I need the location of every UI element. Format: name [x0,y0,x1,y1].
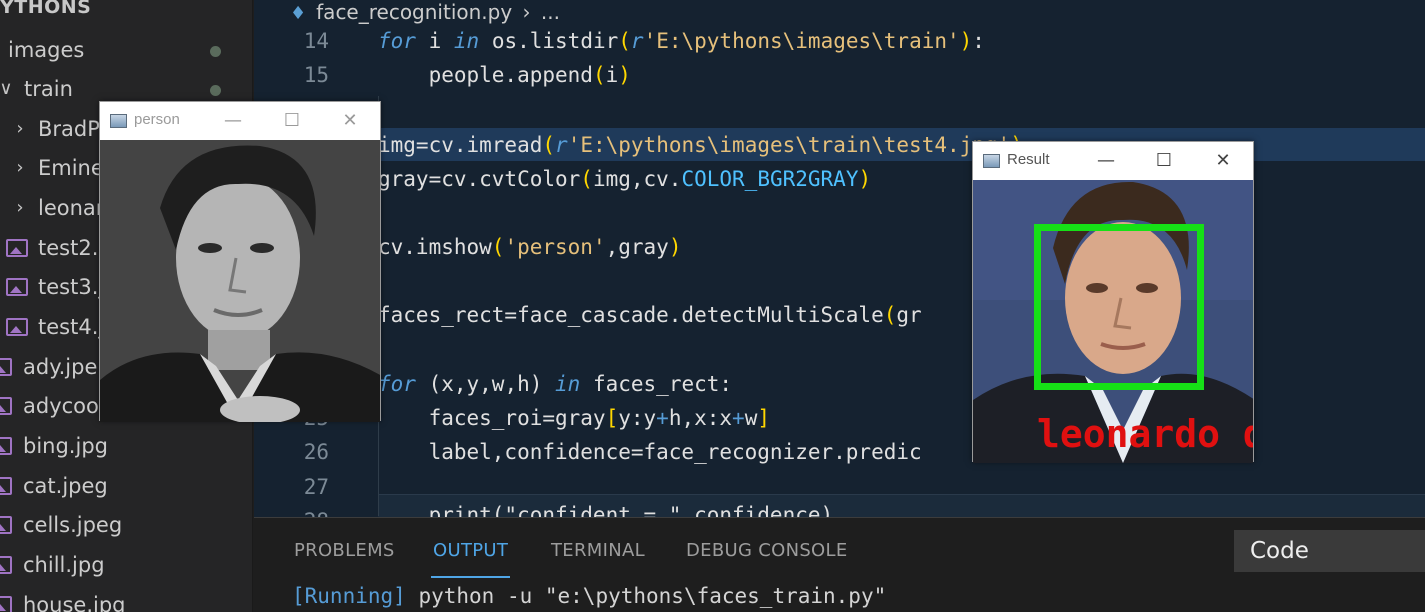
window-titlebar[interactable]: Result — ☐ ✕ [973,142,1253,180]
tab-problems[interactable]: PROBLEMS [294,540,395,561]
result-face-image: leonardo d [973,180,1253,463]
breadcrumb[interactable]: ♦ face_recognition.py › ... [290,0,560,26]
image-file-icon [0,437,12,455]
breadcrumb-separator: › [522,0,531,24]
code-line-24: for (x,y,w,h) in faces_rect: [378,372,733,396]
code-line-20: cv.imshow('person',gray) [378,235,682,259]
python-file-icon: ♦ [290,3,307,24]
image-file-icon [6,239,28,257]
explorer-root-title: YTHONS [0,0,92,18]
line-number: 28 [254,509,329,517]
close-button[interactable]: ✕ [1208,148,1238,174]
prediction-label: leonardo d [1037,412,1253,456]
file-label: ady.jpe [23,355,98,379]
file-house[interactable]: house.jpg [0,588,253,612]
chevron-right-icon: › [16,197,24,218]
folder-label: images [8,38,85,62]
result-window[interactable]: Result — ☐ ✕ leonardo d [972,141,1254,463]
window-app-icon [983,154,1000,168]
portrait-gray [100,140,380,422]
image-file-icon [0,358,12,376]
code-line-26: label,confidence=face_recognizer.predic [378,440,922,464]
person-window[interactable]: person — ☐ ✕ [99,101,381,422]
grayscale-face-image [100,140,380,422]
image-file-icon [0,596,12,612]
line-number: 26 [303,440,329,464]
minimize-button[interactable]: — [1091,148,1121,174]
file-chill[interactable]: chill.jpg [0,548,253,582]
file-label: test3.j [38,275,105,299]
file-label: cells.jpeg [23,513,123,537]
close-button[interactable]: ✕ [335,108,365,134]
window-title: Result [1007,151,1050,168]
folder-images[interactable]: images [0,33,253,67]
code-line-15: people.append(i) [378,63,631,87]
tab-debug-console[interactable]: DEBUG CONSOLE [686,540,848,561]
chevron-right-icon: › [16,157,24,178]
chevron-right-icon: › [16,118,24,139]
window-title: person [134,111,180,128]
image-file-icon [6,318,28,336]
image-file-icon [0,397,12,415]
code-line-22: faces_rect=face_cascade.detectMultiScale… [378,303,922,327]
code-line-18: gray=cv.cvtColor(img,cv.COLOR_BGR2GRAY) [378,167,872,191]
minimize-button[interactable]: — [218,108,248,134]
breadcrumb-more[interactable]: ... [541,0,560,24]
file-label: chill.jpg [23,553,105,577]
modified-dot [210,46,221,57]
file-label: house.jpg [23,593,126,612]
tab-output[interactable]: OUTPUT [433,540,508,561]
line-number: 27 [303,475,329,499]
code-line-28: print("confident = ",confidence) [378,503,834,517]
window-titlebar[interactable]: person — ☐ ✕ [100,102,380,140]
folder-label: train [24,77,73,101]
line-number: 15 [303,63,329,87]
file-label: test4.j [38,315,105,339]
file-cells[interactable]: cells.jpeg [0,508,253,542]
file-cat[interactable]: cat.jpeg [0,469,253,503]
output-channel-label[interactable]: Code [1234,530,1425,572]
face-detection-box [1034,224,1204,390]
line-number: 14 [303,29,329,53]
maximize-button[interactable]: ☐ [277,108,307,134]
tab-terminal[interactable]: TERMINAL [551,540,645,561]
file-label: adycoo [23,394,99,418]
maximize-button[interactable]: ☐ [1149,148,1179,174]
window-app-icon [110,114,127,128]
file-bing[interactable]: bing.jpg [0,429,253,463]
file-label: cat.jpeg [23,474,108,498]
image-file-icon [0,516,12,534]
code-line-25: faces_roi=gray[y:y+h,x:x+w] [378,406,771,430]
code-line-14: for i in os.listdir(r'E:\pythons\images\… [378,29,985,53]
image-file-icon [0,477,12,495]
modified-dot [210,85,221,96]
code-line-17: img=cv.imread(r'E:\pythons\images\train\… [378,133,1023,157]
folder-label: BradP [38,117,100,141]
chevron-down-icon: ∨ [0,78,13,99]
breadcrumb-file[interactable]: face_recognition.py [316,0,512,24]
image-file-icon [6,278,28,296]
folder-label: Emine [38,156,104,180]
file-label: bing.jpg [23,434,108,458]
folder-label: leonar [38,196,105,220]
image-file-icon [0,556,12,574]
active-tab-indicator [431,576,510,578]
output-line: [Running] python -u "e:\pythons\faces_tr… [292,584,887,608]
